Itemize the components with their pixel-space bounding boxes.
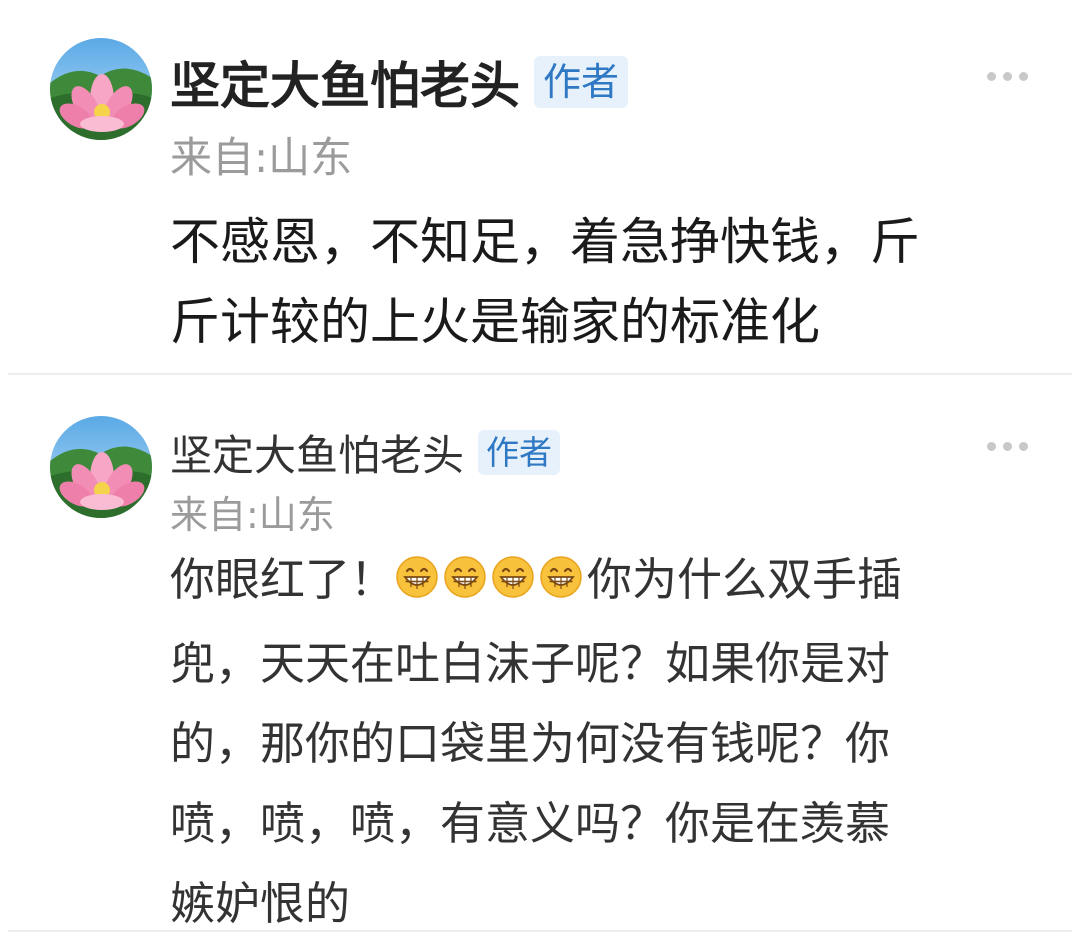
comment-segment: 你为什么双手插 (587, 553, 903, 606)
author-badge: 作者 (478, 430, 561, 475)
comment-line: 兜，天天在吐白沫子呢？如果你是对 (170, 637, 891, 690)
location-label: 来自:山东 (170, 493, 335, 537)
comment-line: 你眼红了！ 你为什么双手插 (170, 540, 902, 624)
grinning-face-emoji (443, 544, 487, 624)
grinning-face-emoji (395, 544, 439, 624)
author-row: 坚定大鱼怕老头 作者 (170, 46, 629, 118)
author-name[interactable]: 坚定大鱼怕老头 (170, 46, 520, 118)
grinning-face-emoji (491, 544, 535, 624)
comment-line: 不感恩，不知足，着急挣快钱，斤 (170, 213, 920, 271)
more-dots-icon[interactable] (987, 72, 1028, 81)
divider (8, 930, 1072, 932)
comment-item: 坚定大鱼怕老头 作者 来自:山东 你眼红了！ 你为什么双手插 兜，天天在吐白沫子呢… (0, 376, 1080, 935)
comment-line: 嫉妒恨的 (170, 877, 351, 930)
location-label: 来自:山东 (170, 133, 353, 182)
emoji-group (395, 553, 587, 606)
comment-segment: 你眼红了！ (170, 553, 396, 606)
comment-item: 坚定大鱼怕老头 作者 来自:山东 不感恩，不知足，着急挣快钱，斤 斤计较的上火是… (0, 0, 1080, 372)
lotus-avatar-icon[interactable] (50, 416, 152, 518)
comment-text: 不感恩，不知足，着急挣快钱，斤 斤计较的上火是输家的标准化 (170, 202, 920, 362)
author-name[interactable]: 坚定大鱼怕老头 (170, 422, 464, 483)
grinning-face-emoji (539, 544, 583, 624)
comment-line: 斤计较的上火是输家的标准化 (170, 293, 820, 351)
divider (8, 373, 1072, 375)
author-badge: 作者 (534, 56, 629, 108)
more-dots-icon[interactable] (987, 442, 1028, 451)
comment-line: 喷，喷，喷，有意义吗？你是在羡慕 (170, 797, 891, 850)
comment-line: 的，那你的口袋里为何没有钱呢？你 (170, 717, 891, 770)
comment-text: 你眼红了！ 你为什么双手插 兜，天天在吐白沫子呢？如果你是对 的，那你的口袋里为何… (170, 540, 902, 944)
author-row: 坚定大鱼怕老头 作者 (170, 422, 561, 483)
lotus-avatar-icon[interactable] (50, 38, 152, 140)
